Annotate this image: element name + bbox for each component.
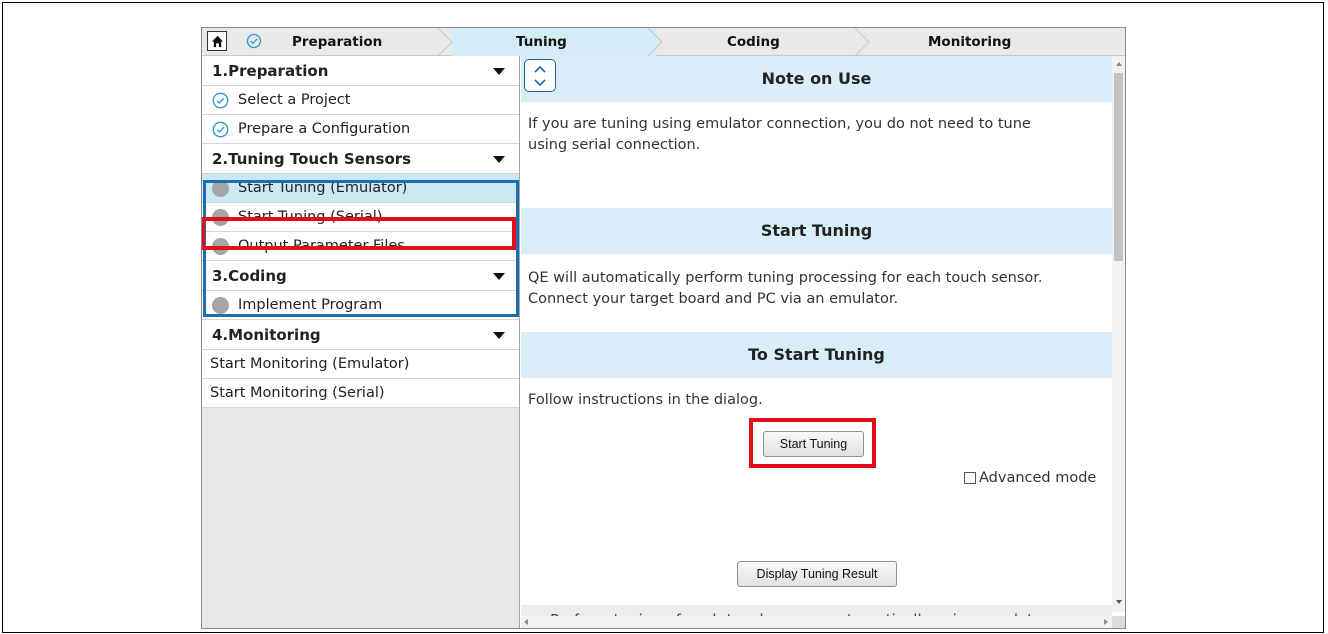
section-header-coding[interactable]: 3.Coding [202,261,519,291]
sidebar-item-prepare-configuration[interactable]: Prepare a Configuration [202,115,519,144]
breadcrumb-separator [438,28,453,56]
workflow-breadcrumb: Preparation Tuning Coding Monitoring [202,28,1125,56]
sidebar-item-label: Start Monitoring (Emulator) [210,356,410,372]
note-on-use-banner: Note on Use [521,56,1112,102]
start-tuning-text: QE will automatically perform tuning pro… [528,268,1103,310]
section-title: 4.Monitoring [212,326,321,344]
section-header-monitoring[interactable]: 4.Monitoring [202,320,519,350]
breadcrumb-step-coding[interactable]: Coding [727,28,780,56]
pending-status-icon [212,180,229,197]
sidebar-item-label: Output Parameter Files [238,238,405,254]
pending-status-icon [212,238,229,255]
section-title: 2.Tuning Touch Sensors [212,150,412,168]
workflow-sidebar: 1.Preparation Select a Project Prepare a… [202,56,520,628]
section-heading: To Start Tuning [748,345,885,364]
sidebar-item-label: Start Tuning (Serial) [238,209,383,225]
check-circle-icon [246,33,262,49]
check-circle-icon [212,92,229,109]
chevron-down-icon [534,79,546,87]
section-title: 1.Preparation [212,62,329,80]
sidebar-item-label: Start Tuning (Emulator) [238,180,408,196]
display-tuning-result-button[interactable]: Display Tuning Result [737,561,897,587]
sidebar-item-start-tuning-emulator[interactable]: Start Tuning (Emulator) [202,174,519,203]
to-start-tuning-banner: To Start Tuning [521,332,1112,378]
breadcrumb-step-tuning[interactable]: Tuning [516,28,567,56]
text-line: using serial connection. [528,137,701,153]
start-tuning-button[interactable]: Start Tuning [763,431,864,457]
sidebar-item-select-project[interactable]: Select a Project [202,86,519,115]
scrollbar-thumb[interactable] [1114,73,1123,261]
pending-status-icon [212,297,229,314]
scroll-up-icon[interactable] [1116,62,1122,66]
qe-tool-window: Preparation Tuning Coding Monitoring 1.P… [201,27,1126,629]
follow-instructions-text: Follow instructions in the dialog. [528,392,763,408]
section-header-tuning[interactable]: 2.Tuning Touch Sensors [202,144,519,174]
sidebar-list: 1.Preparation Select a Project Prepare a… [202,56,519,408]
pending-status-icon [212,209,229,226]
home-button[interactable] [207,31,227,51]
sidebar-item-label: Start Monitoring (Serial) [210,385,385,401]
scrollbar-corner [1112,616,1125,628]
sidebar-item-label: Select a Project [238,92,351,108]
main-content: Note on Use If you are tuning using emul… [521,56,1112,627]
scroll-left-icon[interactable] [524,619,528,625]
caret-down-icon [493,332,505,339]
text-line: QE will automatically perform tuning pro… [528,270,1043,286]
sidebar-item-start-monitoring-serial[interactable]: Start Monitoring (Serial) [202,379,519,408]
section-heading: Start Tuning [760,221,873,240]
start-tuning-banner: Start Tuning [521,208,1112,254]
text-line: Connect your target board and PC via an … [528,291,899,307]
sidebar-item-implement-program[interactable]: Implement Program [202,291,519,320]
sidebar-item-start-monitoring-emulator[interactable]: Start Monitoring (Emulator) [202,350,519,379]
caret-down-icon [493,68,505,75]
breadcrumb-step-monitoring[interactable]: Monitoring [928,28,1011,56]
text-line: If you are tuning using emulator connect… [528,116,1031,132]
advanced-mode-checkbox[interactable]: Advanced mode [964,470,1096,486]
sidebar-item-label: Prepare a Configuration [238,121,411,137]
section-heading: Note on Use [761,69,872,88]
scroll-right-icon[interactable] [1104,619,1108,625]
breadcrumb-separator [648,28,663,56]
checkbox-box[interactable] [964,472,976,484]
caret-down-icon [493,156,505,163]
breadcrumb-separator [855,28,870,56]
sidebar-item-start-tuning-serial[interactable]: Start Tuning (Serial) [202,203,519,232]
horizontal-scrollbar[interactable] [521,616,1112,628]
section-header-preparation[interactable]: 1.Preparation [202,56,519,86]
collapse-expand-button[interactable] [524,59,556,92]
check-circle-icon [212,121,229,138]
home-icon [211,35,223,47]
sidebar-item-label: Implement Program [238,297,383,313]
vertical-scrollbar[interactable] [1112,56,1125,612]
caret-down-icon [493,273,505,280]
checkbox-label: Advanced mode [979,470,1097,486]
chevron-up-icon [534,65,546,73]
section-title: 3.Coding [212,267,287,285]
sidebar-item-output-parameter-files[interactable]: Output Parameter Files [202,232,519,261]
scroll-down-icon[interactable] [1116,600,1122,604]
note-text: If you are tuning using emulator connect… [528,114,1103,156]
breadcrumb-step-preparation[interactable]: Preparation [292,28,382,56]
